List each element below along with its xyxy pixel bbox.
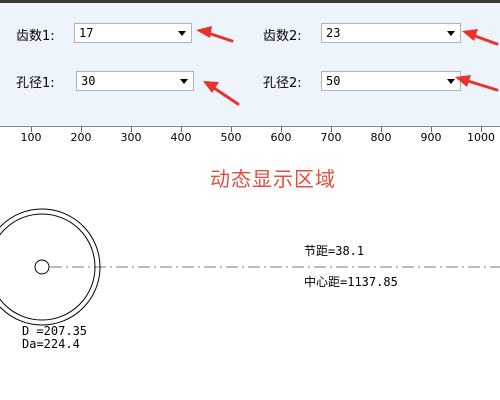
d-value-text: D =207.35 bbox=[22, 324, 88, 338]
arrow-icon bbox=[196, 26, 234, 43]
bore-circle bbox=[34, 259, 50, 275]
pitch-text: 节距=38.1 bbox=[304, 244, 365, 258]
arrow-icon bbox=[203, 81, 240, 106]
center-distance-text: 中心距=1137.85 bbox=[304, 275, 398, 289]
arrow-icon bbox=[455, 75, 499, 92]
da-value-text: Da=224.4 bbox=[22, 337, 80, 351]
arrow-icon bbox=[462, 29, 499, 46]
